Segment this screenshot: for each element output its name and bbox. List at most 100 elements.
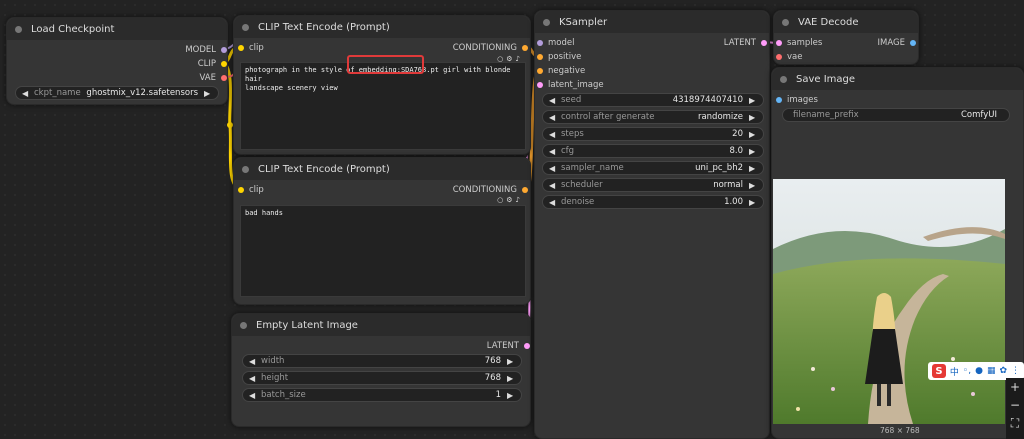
node-ksampler[interactable]: KSampler model positive negative latent_… (534, 10, 770, 439)
input-clip[interactable]: clip (238, 42, 264, 54)
punctuation-icon[interactable]: ◦, (963, 366, 971, 376)
node-save-image[interactable]: Save Image images filename_prefix ComfyUI… (771, 67, 1024, 439)
sogou-logo-icon[interactable]: S (932, 364, 946, 378)
output-conditioning[interactable]: CONDITIONING (453, 184, 528, 196)
node-title[interactable]: VAE Decode (774, 11, 918, 33)
arrow-left-icon[interactable]: ◀ (549, 181, 557, 190)
pin-clip[interactable] (221, 61, 227, 67)
pin-negative[interactable] (537, 68, 543, 74)
input-clip[interactable]: clip (238, 184, 264, 196)
node-clip-text-negative[interactable]: CLIP Text Encode (Prompt) clip CONDITION… (233, 157, 531, 305)
widget-steps[interactable]: ◀ steps 20 ▶ (542, 127, 764, 141)
node-title[interactable]: Save Image (772, 68, 1023, 90)
widget-batch-size[interactable]: ◀ batch_size 1 ▶ (242, 388, 522, 402)
arrow-left-icon[interactable]: ◀ (249, 391, 257, 400)
fit-view-icon[interactable]: ⛶ (1011, 414, 1019, 432)
node-title[interactable]: CLIP Text Encode (Prompt) (234, 158, 530, 180)
arrow-right-icon[interactable]: ▶ (749, 113, 757, 122)
pin-image[interactable] (910, 40, 916, 46)
output-latent[interactable]: LATENT (487, 340, 530, 352)
widget-denoise[interactable]: ◀ denoise 1.00 ▶ (542, 195, 764, 209)
input-negative[interactable]: negative (537, 65, 585, 77)
pin-images[interactable] (776, 97, 782, 103)
collapse-dot[interactable] (782, 18, 789, 26)
widget-ckpt-name[interactable]: ◀ ckpt_name ghostmix_v12.safetensors ▶ (15, 86, 219, 100)
collapse-dot[interactable] (240, 321, 247, 329)
prompt-textarea[interactable]: bad hands (240, 205, 526, 297)
arrow-left-icon[interactable]: ◀ (549, 113, 557, 122)
output-latent[interactable]: LATENT (724, 37, 767, 49)
node-title[interactable]: KSampler (535, 11, 769, 33)
arrow-right-icon[interactable]: ▶ (749, 96, 757, 105)
skin-icon[interactable]: ✿ (999, 366, 1007, 376)
input-model[interactable]: model (537, 37, 574, 49)
widget-cfg[interactable]: ◀ cfg 8.0 ▶ (542, 144, 764, 158)
widget-control-after-generate[interactable]: ◀ control after generate randomize ▶ (542, 110, 764, 124)
pin-vae[interactable] (221, 75, 227, 81)
widget-seed[interactable]: ◀ seed 4318974407410 ▶ (542, 93, 764, 107)
output-conditioning[interactable]: CONDITIONING (453, 42, 528, 54)
pin-vae[interactable] (776, 54, 782, 60)
node-clip-text-positive[interactable]: CLIP Text Encode (Prompt) clip CONDITION… (233, 15, 531, 155)
pin-positive[interactable] (537, 54, 543, 60)
node-title[interactable]: CLIP Text Encode (Prompt) (234, 16, 530, 38)
pin-conditioning[interactable] (522, 187, 528, 193)
widget-width[interactable]: ◀ width 768 ▶ (242, 354, 522, 368)
pin-model[interactable] (221, 47, 227, 53)
grid-icon[interactable]: ⋮ (1011, 366, 1020, 376)
gear-icon[interactable]: ⚙ (506, 196, 512, 204)
pin-model[interactable] (537, 40, 543, 46)
arrow-right-icon[interactable]: ▶ (749, 198, 757, 207)
arrow-left-icon[interactable]: ◀ (549, 96, 557, 105)
arrow-right-icon[interactable]: ▶ (749, 130, 757, 139)
widget-sampler-name[interactable]: ◀ sampler_name uni_pc_bh2 ▶ (542, 161, 764, 175)
input-latent-image[interactable]: latent_image (537, 79, 604, 91)
collapse-dot[interactable] (780, 75, 787, 83)
arrow-right-icon[interactable]: ▶ (507, 357, 515, 366)
node-empty-latent-image[interactable]: Empty Latent Image LATENT ◀ width 768 ▶ ◀ he… (231, 313, 531, 427)
node-title[interactable]: Load Checkpoint (7, 18, 227, 40)
node-title[interactable]: Empty Latent Image (232, 314, 530, 336)
prompt-textarea[interactable]: photograph in the style of embedding:SDA… (240, 62, 526, 150)
node-vae-decode[interactable]: VAE Decode samples vae IMAGE (773, 10, 919, 65)
pin-conditioning[interactable] (522, 45, 528, 51)
arrow-left-icon[interactable]: ◀ (549, 147, 557, 156)
arrow-right-icon[interactable]: ▶ (749, 147, 757, 156)
generated-image[interactable] (773, 179, 1005, 424)
arrow-left-icon[interactable]: ◀ (549, 198, 557, 207)
pin-samples[interactable] (776, 40, 782, 46)
widget-scheduler[interactable]: ◀ scheduler normal ▶ (542, 178, 764, 192)
speaker-icon[interactable]: ♪ (516, 196, 520, 204)
zoom-out-button[interactable]: − (1010, 396, 1020, 414)
input-images[interactable]: images (776, 94, 818, 106)
arrow-right-icon[interactable]: ▶ (749, 164, 757, 173)
input-positive[interactable]: positive (537, 51, 581, 63)
arrow-right-icon[interactable]: ▶ (204, 89, 212, 98)
output-image[interactable]: IMAGE (878, 37, 916, 49)
arrow-left-icon[interactable]: ◀ (22, 89, 30, 98)
ime-lang-label[interactable]: 中 (950, 365, 959, 378)
input-samples[interactable]: samples (776, 37, 822, 49)
output-model[interactable]: MODEL (185, 44, 227, 56)
arrow-right-icon[interactable]: ▶ (507, 391, 515, 400)
pin-latent[interactable] (761, 40, 767, 46)
widget-filename-prefix[interactable]: filename_prefix ComfyUI (782, 108, 1010, 122)
arrow-left-icon[interactable]: ◀ (549, 164, 557, 173)
pin-clip[interactable] (238, 187, 244, 193)
circle-icon[interactable]: ○ (497, 196, 503, 204)
collapse-dot[interactable] (242, 165, 249, 173)
widget-height[interactable]: ◀ height 768 ▶ (242, 371, 522, 385)
arrow-left-icon[interactable]: ◀ (249, 374, 257, 383)
pin-latent[interactable] (524, 343, 530, 349)
arrow-right-icon[interactable]: ▶ (749, 181, 757, 190)
output-clip[interactable]: CLIP (198, 58, 227, 70)
node-load-checkpoint[interactable]: Load Checkpoint MODEL CLIP VAE ◀ ckpt_na… (6, 17, 228, 105)
keyboard-icon[interactable]: ▦ (987, 366, 996, 376)
collapse-dot[interactable] (543, 18, 550, 26)
zoom-in-button[interactable]: + (1010, 378, 1020, 396)
pin-clip[interactable] (238, 45, 244, 51)
pin-latent-image[interactable] (537, 82, 543, 88)
arrow-left-icon[interactable]: ◀ (249, 357, 257, 366)
collapse-dot[interactable] (242, 23, 249, 31)
output-vae[interactable]: VAE (200, 72, 227, 84)
